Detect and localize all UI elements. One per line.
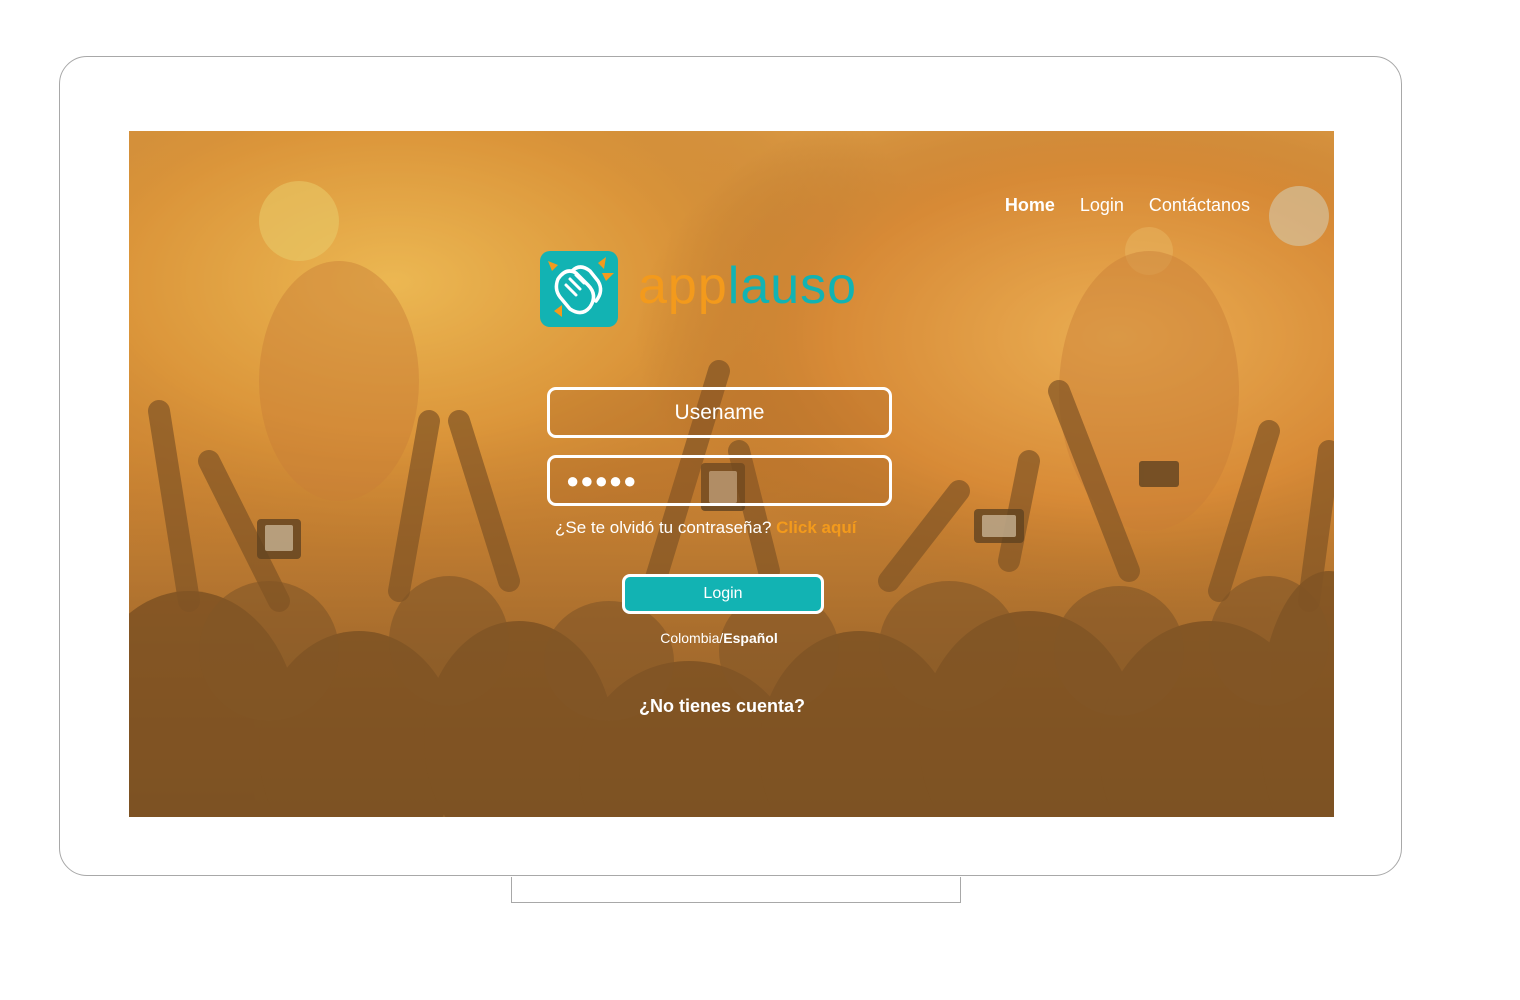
- signup-link[interactable]: ¿No tienes cuenta?: [129, 696, 1315, 717]
- forgot-password-text: ¿Se te olvidó tu contraseña?: [555, 518, 772, 537]
- username-field[interactable]: Usename: [547, 387, 892, 438]
- locale-country: Colombia/: [660, 630, 724, 646]
- locale-language: Español: [723, 630, 778, 646]
- forgot-password-link[interactable]: Click aquí: [776, 518, 856, 537]
- nav-contact[interactable]: Contáctanos: [1149, 195, 1250, 216]
- top-nav: Home Login Contáctanos: [1005, 195, 1250, 216]
- nav-home[interactable]: Home: [1005, 195, 1055, 216]
- brand-name: applauso: [638, 257, 858, 315]
- forgot-password: ¿Se te olvidó tu contraseña? Click aquí: [555, 518, 856, 538]
- app-screen: Home Login Contáctanos applauso Usename …: [129, 131, 1334, 817]
- clapping-hands-icon: [540, 251, 618, 327]
- monitor-stand: [511, 877, 961, 903]
- locale-selector[interactable]: Colombia/Español: [129, 630, 1309, 646]
- password-field[interactable]: ●●●●●: [547, 455, 892, 506]
- nav-login[interactable]: Login: [1080, 195, 1124, 216]
- brand-logo: applauso: [540, 251, 857, 327]
- login-button[interactable]: Login: [622, 574, 824, 614]
